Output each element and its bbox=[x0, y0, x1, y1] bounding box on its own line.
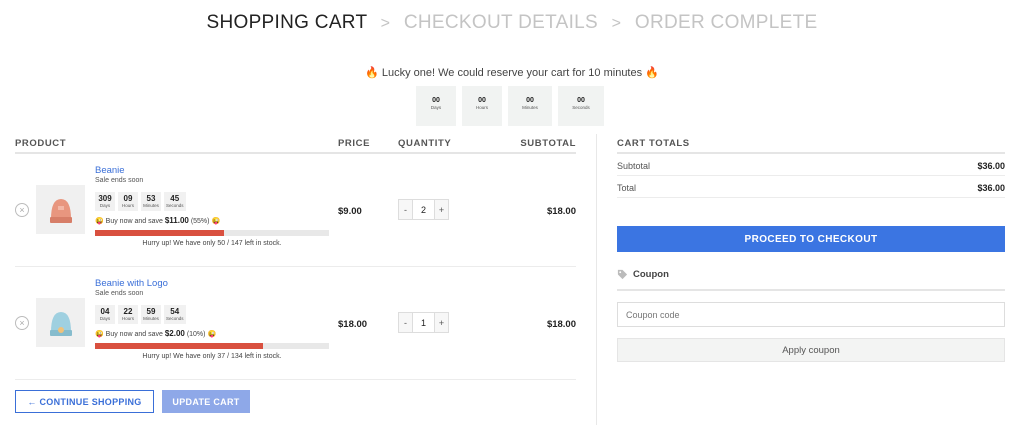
continue-shopping-button[interactable]: ← CONTINUE SHOPPING bbox=[15, 390, 154, 413]
fire-icon: 🔥 bbox=[645, 67, 659, 79]
countdown-hours: 22 Hours bbox=[118, 305, 138, 324]
item-price: $18.00 bbox=[338, 319, 368, 330]
coupon-heading: Coupon bbox=[617, 269, 1005, 291]
save-amount: $2.00 bbox=[164, 329, 185, 338]
reserve-message: 🔥 Lucky one! We could reserve your cart … bbox=[0, 66, 1024, 79]
checkout-steps: SHOPPING CART > CHECKOUT DETAILS > ORDER… bbox=[0, 12, 1024, 34]
product-thumbnail[interactable] bbox=[36, 298, 85, 347]
stock-progress-bar bbox=[95, 343, 329, 349]
countdown-hours: 09 Hours bbox=[118, 192, 138, 211]
save-amount: $11.00 bbox=[164, 216, 189, 225]
countdown-seconds: 54 Seconds bbox=[164, 305, 186, 324]
countdown-days: 04 Days bbox=[95, 305, 115, 324]
reserve-timer: 00 Days 00 Hours 00 Minutes 00 Seconds bbox=[416, 86, 604, 126]
fire-icon: 🔥 bbox=[365, 67, 379, 79]
timer-hours: 00 Hours bbox=[462, 86, 502, 126]
subtotal-row: Subtotal $36.00 bbox=[617, 154, 1005, 176]
remove-item-button[interactable]: × bbox=[15, 203, 29, 217]
product-name-link[interactable]: Beanie bbox=[95, 165, 125, 176]
product-countdown: 04 Days 22 Hours 59 Minutes 54 Seconds bbox=[95, 305, 186, 324]
save-percent: (55%) bbox=[190, 218, 210, 225]
stock-text: Hurry up! We have only 50 / 147 left in … bbox=[142, 240, 282, 247]
countdown-minutes: 59 Minutes bbox=[141, 305, 161, 324]
cart-row: × Beanie with Logo Sale ends soon 04 Days… bbox=[15, 267, 576, 380]
chevron-right-icon: > bbox=[611, 15, 622, 32]
column-divider bbox=[596, 134, 597, 425]
coupon-code-input[interactable]: Coupon code bbox=[617, 302, 1005, 327]
header-product: PRODUCT bbox=[15, 138, 67, 149]
stock-progress-bar bbox=[95, 230, 329, 236]
product-name-link[interactable]: Beanie with Logo bbox=[95, 278, 168, 289]
countdown-seconds: 45 Seconds bbox=[164, 192, 186, 211]
chevron-right-icon: > bbox=[380, 15, 391, 32]
quantity-stepper: - 1 + bbox=[398, 312, 449, 333]
timer-seconds: 00 Seconds bbox=[558, 86, 604, 126]
update-cart-button[interactable]: UPDATE CART bbox=[162, 390, 250, 413]
header-price: PRICE bbox=[338, 138, 371, 149]
beanie-with-logo-icon bbox=[49, 311, 72, 336]
cart-table: PRODUCT PRICE QUANTITY SUBTOTAL × Beanie… bbox=[15, 137, 576, 380]
timer-minutes: 00 Minutes bbox=[508, 86, 552, 126]
save-percent: (10%) bbox=[186, 331, 206, 338]
subtotal-value: $36.00 bbox=[977, 161, 1005, 171]
smile-icon: 😜 bbox=[211, 218, 221, 225]
quantity-input[interactable]: 2 bbox=[412, 200, 435, 219]
cart-totals-title: CART TOTALS bbox=[617, 137, 1005, 154]
decrease-quantity-button[interactable]: - bbox=[399, 313, 412, 332]
header-subtotal: SUBTOTAL bbox=[520, 138, 576, 149]
proceed-to-checkout-button[interactable]: PROCEED TO CHECKOUT bbox=[617, 226, 1005, 252]
step-order-complete[interactable]: ORDER COMPLETE bbox=[635, 12, 818, 33]
beanie-icon bbox=[49, 198, 72, 223]
quantity-stepper: - 2 + bbox=[398, 199, 449, 220]
reserve-text: Lucky one! We could reserve your cart fo… bbox=[381, 67, 643, 79]
remove-item-button[interactable]: × bbox=[15, 316, 29, 330]
smile-icon: 😜 bbox=[207, 331, 217, 338]
increase-quantity-button[interactable]: + bbox=[435, 313, 448, 332]
increase-quantity-button[interactable]: + bbox=[435, 200, 448, 219]
tag-icon bbox=[617, 269, 628, 280]
total-value: $36.00 bbox=[977, 183, 1005, 193]
apply-coupon-button[interactable]: Apply coupon bbox=[617, 338, 1005, 362]
timer-days: 00 Days bbox=[416, 86, 456, 126]
item-subtotal: $18.00 bbox=[546, 319, 576, 330]
subtotal-label: Subtotal bbox=[617, 161, 651, 171]
product-thumbnail[interactable] bbox=[36, 185, 85, 234]
sale-text: Sale ends soon bbox=[95, 290, 144, 297]
step-checkout-details[interactable]: CHECKOUT DETAILS bbox=[404, 12, 598, 33]
save-message: 😜 Buy now and save $2.00 (10%) 😜 bbox=[95, 329, 217, 338]
step-shopping-cart[interactable]: SHOPPING CART bbox=[207, 12, 368, 33]
stock-progress-fill bbox=[95, 230, 224, 236]
coupon-title: Coupon bbox=[633, 269, 669, 280]
quantity-input[interactable]: 1 bbox=[412, 313, 435, 332]
total-label: Total bbox=[617, 183, 637, 193]
cart-totals: CART TOTALS Subtotal $36.00 Total $36.00 bbox=[617, 137, 1005, 198]
stock-text: Hurry up! We have only 37 / 134 left in … bbox=[142, 353, 282, 360]
countdown-days: 309 Days bbox=[95, 192, 115, 211]
header-quantity: QUANTITY bbox=[398, 138, 452, 149]
stock-progress-fill bbox=[95, 343, 264, 349]
smile-icon: 😜 bbox=[95, 218, 104, 225]
decrease-quantity-button[interactable]: - bbox=[399, 200, 412, 219]
product-countdown: 309 Days 09 Hours 53 Minutes 45 Seconds bbox=[95, 192, 186, 211]
smile-icon: 😜 bbox=[95, 331, 104, 338]
sale-text: Sale ends soon bbox=[95, 177, 144, 184]
cart-table-header: PRODUCT PRICE QUANTITY SUBTOTAL bbox=[15, 137, 576, 154]
cart-actions: ← CONTINUE SHOPPING UPDATE CART bbox=[15, 390, 250, 413]
cart-row: × Beanie Sale ends soon 309 Days 09 Hours … bbox=[15, 154, 576, 267]
save-message: 😜 Buy now and save $11.00 (55%) 😜 bbox=[95, 216, 221, 225]
item-price: $9.00 bbox=[338, 206, 362, 217]
item-subtotal: $18.00 bbox=[546, 206, 576, 217]
countdown-minutes: 53 Minutes bbox=[141, 192, 161, 211]
total-row: Total $36.00 bbox=[617, 176, 1005, 198]
